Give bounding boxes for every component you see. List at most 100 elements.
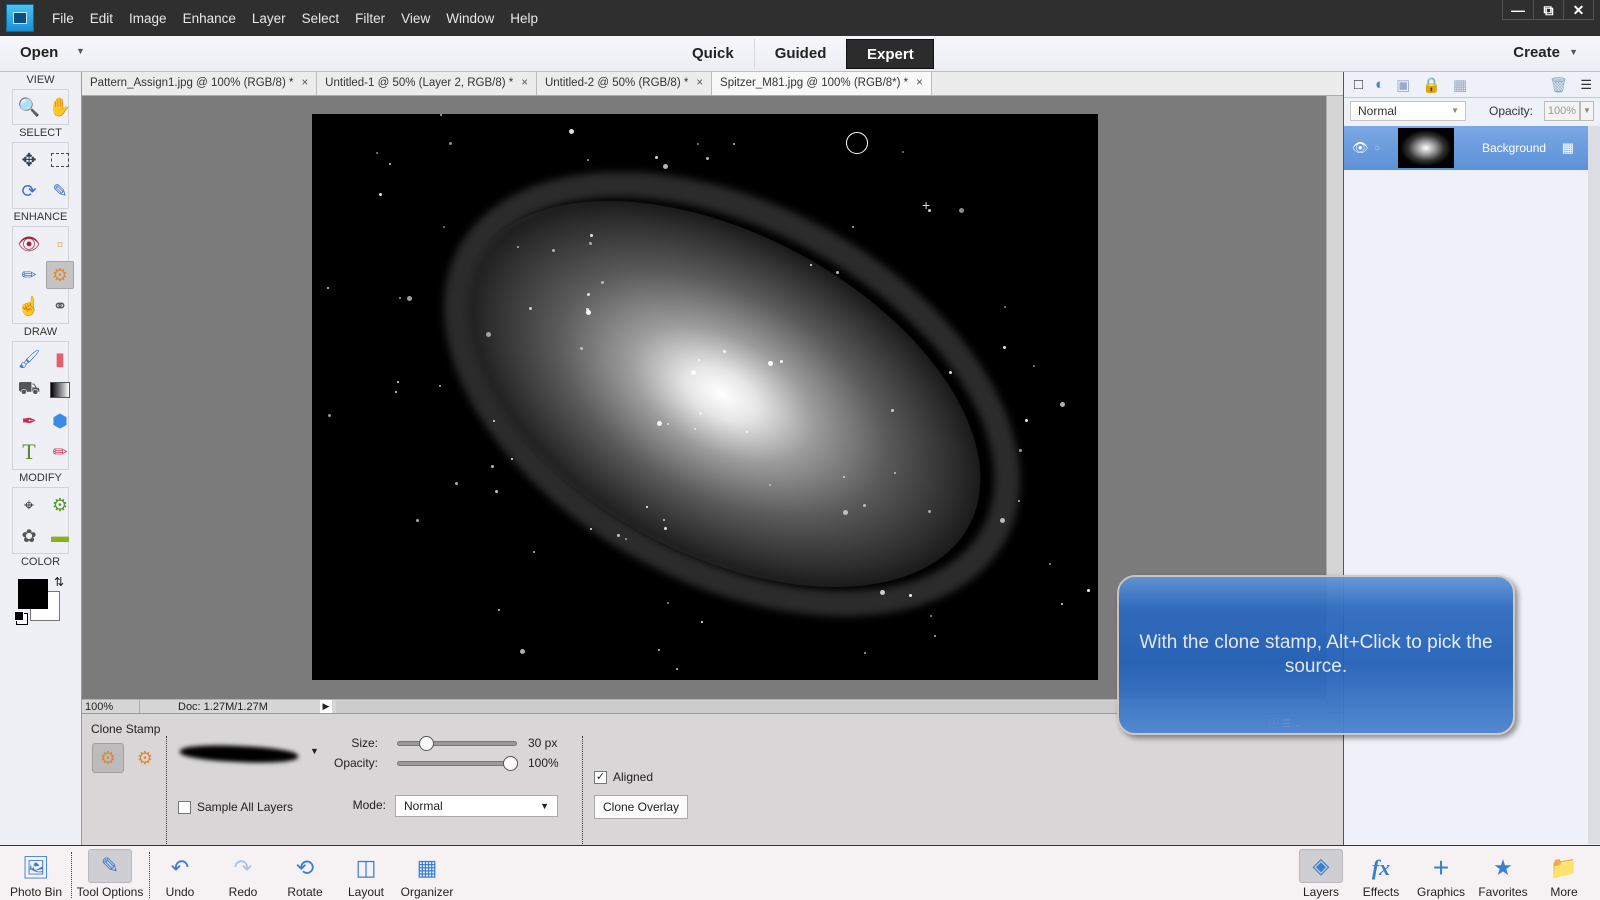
recompose-tool-icon[interactable]: ⚙	[46, 491, 74, 519]
clone-stamp-tool-icon[interactable]: ⚙	[46, 261, 74, 289]
brush-tool-icon[interactable]: 🖌	[15, 345, 43, 373]
organizer-button[interactable]: ▦ Organizer	[400, 848, 454, 899]
move-tool-icon[interactable]: ✥	[15, 146, 43, 174]
trash-icon[interactable]: 🗑	[1549, 76, 1568, 94]
redo-button[interactable]: ↷ Redo	[223, 848, 263, 899]
size-slider-knob[interactable]	[419, 736, 434, 751]
blend-mode-select[interactable]: Normal ▼	[1350, 101, 1466, 121]
menu-image[interactable]: Image	[121, 11, 175, 26]
layers-scrollbar[interactable]	[1588, 126, 1600, 844]
aligned-option[interactable]: ✓ Aligned	[594, 770, 653, 784]
swap-colors-icon[interactable]: ⇅	[54, 575, 64, 589]
menu-enhance[interactable]: Enhance	[175, 11, 244, 26]
opacity-slider-knob[interactable]	[503, 756, 518, 771]
menu-select[interactable]: Select	[294, 11, 348, 26]
default-colors-icon[interactable]	[14, 611, 24, 621]
sample-all-layers-option[interactable]: Sample All Layers	[178, 800, 293, 814]
close-tab-icon[interactable]: ×	[521, 72, 528, 95]
close-tab-icon[interactable]: ×	[301, 72, 308, 95]
doc-tab[interactable]: Untitled-2 @ 50% (RGB/8) * ×	[537, 72, 713, 95]
layers-button[interactable]: ◈ Layers	[1298, 848, 1344, 899]
menu-help[interactable]: Help	[502, 11, 546, 26]
sponge-tool-icon[interactable]: ⚭	[46, 292, 74, 320]
lock-transparency-icon[interactable]: ▦	[1453, 76, 1467, 94]
pencil-tool-icon[interactable]: ✏	[46, 438, 74, 466]
link-icon[interactable]: ○	[1374, 143, 1388, 154]
minimize-button[interactable]: —	[1503, 0, 1533, 20]
paint-bucket-tool-icon[interactable]: ⛟	[15, 376, 43, 404]
tool-options-button[interactable]: ✎ Tool Options	[74, 848, 146, 899]
crop-tool-icon[interactable]: ⌖	[15, 491, 43, 519]
panel-menu-icon[interactable]: ☰	[1580, 77, 1592, 93]
marquee-tool-icon[interactable]	[46, 146, 74, 174]
close-tab-icon[interactable]: ×	[916, 72, 923, 95]
smart-brush-tool-icon[interactable]: ✏	[15, 261, 43, 289]
brush-preview[interactable]	[180, 742, 298, 766]
straighten-tool-icon[interactable]: ▬	[46, 522, 74, 550]
aligned-checkbox[interactable]: ✓	[594, 770, 607, 784]
layout-button[interactable]: ◫ Layout	[345, 848, 387, 899]
layer-opacity-dropdown-icon[interactable]: ▼	[1580, 101, 1594, 121]
clone-overlay-button[interactable]: Clone Overlay	[594, 795, 688, 819]
eye-icon[interactable]: 👁	[1352, 140, 1374, 156]
sample-all-layers-checkbox[interactable]	[178, 800, 191, 814]
menu-layer[interactable]: Layer	[244, 11, 294, 26]
close-tab-icon[interactable]: ×	[696, 72, 703, 95]
star	[930, 615, 932, 617]
new-layer-icon[interactable]: □	[1354, 76, 1363, 93]
status-menu-arrow-icon[interactable]: ▶	[320, 700, 332, 713]
lock-icon[interactable]: 🔒	[1422, 76, 1441, 94]
restore-button[interactable]: ⧉	[1533, 0, 1563, 20]
spot-healing-tool-icon[interactable]: ▫	[46, 230, 74, 258]
tab-quick[interactable]: Quick	[672, 39, 754, 69]
mode-select[interactable]: Normal ▼	[395, 795, 558, 817]
view-tools: 🔍 ✋	[12, 89, 71, 125]
pattern-stamp-button[interactable]: ⚙	[130, 743, 160, 773]
zoom-tool-icon[interactable]: 🔍	[15, 93, 43, 121]
menu-window[interactable]: Window	[438, 11, 502, 26]
red-eye-tool-icon[interactable]: 👁	[15, 230, 43, 258]
open-button[interactable]: Open	[20, 44, 58, 61]
star	[533, 551, 535, 553]
create-dropdown-icon[interactable]: ▼	[1569, 47, 1578, 57]
eyedropper-tool-icon[interactable]: ✒	[15, 407, 43, 435]
tab-guided[interactable]: Guided	[753, 39, 847, 69]
clone-stamp-button[interactable]: ⚙	[92, 743, 124, 773]
text-tool-icon[interactable]: T	[15, 438, 43, 466]
photo-bin-button[interactable]: 🖼 Photo Bin	[8, 848, 64, 899]
open-dropdown-icon[interactable]: ▼	[76, 46, 85, 56]
favorites-button[interactable]: ★ Favorites	[1476, 848, 1530, 899]
menu-view[interactable]: View	[393, 11, 438, 26]
tab-expert[interactable]: Expert	[846, 39, 935, 69]
layer-mask-icon[interactable]: ▣	[1396, 76, 1410, 94]
cookie-cutter-tool-icon[interactable]: ✿	[15, 522, 43, 550]
doc-tab-active[interactable]: Spitzer_M81.jpg @ 100% (RGB/8*) * ×	[712, 72, 932, 95]
close-button[interactable]: ✕	[1563, 0, 1593, 20]
quick-selection-tool-icon[interactable]: ✎	[46, 177, 74, 205]
menu-filter[interactable]: Filter	[347, 11, 393, 26]
more-button[interactable]: 📁 More	[1546, 848, 1582, 899]
foreground-color-swatch[interactable]	[18, 579, 48, 609]
gradient-tool-icon[interactable]	[46, 376, 74, 404]
doc-tab[interactable]: Pattern_Assign1.jpg @ 100% (RGB/8) * ×	[82, 72, 318, 95]
effects-button[interactable]: fx Effects	[1359, 848, 1403, 899]
layer-opacity-field[interactable]: 100%	[1544, 101, 1580, 121]
opacity-slider[interactable]	[397, 756, 518, 771]
layer-row[interactable]: 👁 ○ Background ▦	[1344, 126, 1588, 170]
hand-tool-icon[interactable]: ✋	[46, 93, 74, 121]
size-slider[interactable]	[397, 736, 517, 751]
zoom-level-field[interactable]: 100%	[82, 699, 140, 714]
undo-button[interactable]: ↶ Undo	[160, 848, 200, 899]
shape-tool-icon[interactable]: ⬢	[46, 407, 74, 435]
doc-tab[interactable]: Untitled-1 @ 50% (Layer 2, RGB/8) * ×	[317, 72, 537, 95]
adjustment-layer-icon[interactable]: ◐	[1375, 76, 1384, 93]
menu-edit[interactable]: Edit	[82, 11, 121, 26]
graphics-button[interactable]: + Graphics	[1416, 848, 1466, 899]
eraser-tool-icon[interactable]: ▮	[46, 345, 74, 373]
galaxy-image[interactable]: +	[312, 114, 1098, 680]
menu-file[interactable]: File	[44, 11, 82, 26]
blur-tool-icon[interactable]: ☝	[15, 292, 43, 320]
create-button[interactable]: Create	[1513, 44, 1560, 61]
rotate-button[interactable]: ⟲ Rotate	[283, 848, 327, 899]
lasso-tool-icon[interactable]: ⟳	[15, 177, 43, 205]
